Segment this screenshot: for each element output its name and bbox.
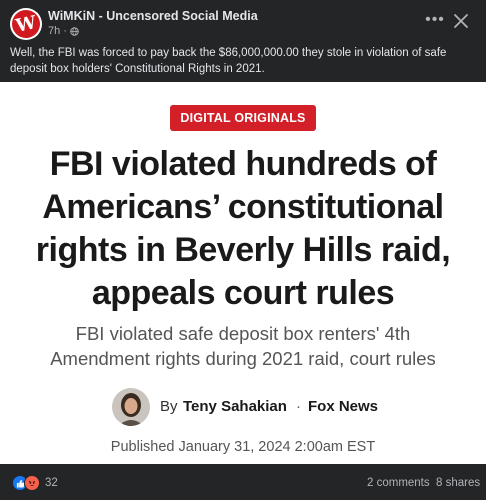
- reaction-count: 32: [45, 477, 58, 489]
- post-footer: 32 2 comments 8 shares: [0, 464, 486, 500]
- page-avatar[interactable]: W: [9, 7, 43, 41]
- category-badge: DIGITAL ORIGINALS: [170, 105, 316, 131]
- post-header: W WiMKiN - Uncensored Social Media 7h · …: [0, 0, 486, 82]
- comments-count-link[interactable]: 2 comments: [367, 477, 430, 489]
- globe-icon[interactable]: [70, 26, 79, 36]
- post-time[interactable]: 7h: [48, 25, 60, 37]
- page-name-link[interactable]: WiMKiN - Uncensored Social Media: [48, 9, 258, 23]
- article-subheadline: FBI violated safe deposit box renters' 4…: [50, 323, 436, 369]
- byline-by-label: By: [160, 398, 178, 415]
- author-name: Teny Sahakian: [183, 398, 287, 415]
- more-options-icon[interactable]: •••: [425, 11, 445, 28]
- close-icon[interactable]: [452, 12, 470, 30]
- angry-face-icon: [28, 481, 36, 486]
- angry-reaction-icon: [24, 475, 40, 491]
- article-headline: FBI violated hundreds of Americans’ cons…: [35, 145, 451, 312]
- link-preview-image[interactable]: DIGITAL ORIGINALS FBI violated hundreds …: [0, 82, 486, 464]
- author-avatar: [112, 388, 150, 426]
- post-meta: 7h ·: [48, 25, 79, 37]
- post-text: Well, the FBI was forced to pay back the…: [10, 47, 447, 75]
- shares-count-link[interactable]: 8 shares: [436, 477, 480, 489]
- byline-separator: ·: [296, 398, 301, 415]
- published-date: Published January 31, 2024 2:00am EST: [110, 439, 376, 455]
- reactions-summary[interactable]: 32: [12, 475, 58, 491]
- meta-separator: ·: [63, 25, 67, 37]
- outlet-name: Fox News: [308, 398, 379, 415]
- page-logo: W: [9, 7, 43, 41]
- byline: By Teny Sahakian · Fox News: [0, 385, 486, 429]
